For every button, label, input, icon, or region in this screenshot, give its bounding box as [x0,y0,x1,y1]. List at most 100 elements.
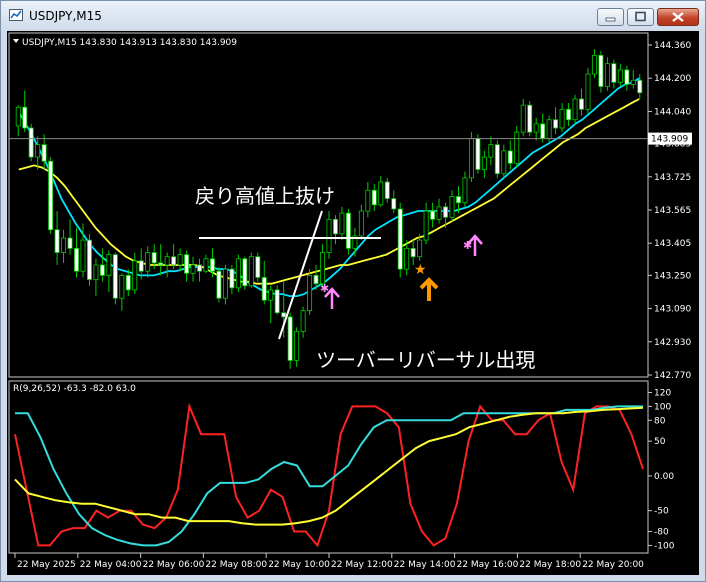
time-tick-label: 22 May 20:00 [582,560,644,570]
chart-canvas[interactable]: 144.360144.200144.040143.885143.725143.5… [7,31,699,575]
time-tick-label: 22 May 10:00 [268,560,330,570]
main-y-tick-label: 144.040 [654,107,691,117]
candle-body [274,289,280,314]
time-tick-label: 22 May 18:00 [519,560,581,570]
candle-body [566,108,572,121]
candle-body [138,260,144,272]
candle-body [300,310,306,332]
candle-body [423,210,429,241]
candle-body [164,256,170,266]
candle-body [462,177,468,204]
candle-body [216,270,222,299]
main-y-tick-label: 143.405 [654,239,691,249]
candle-body [572,98,578,121]
time-tick-label: 22 May 06:00 [143,560,205,570]
candle-body [235,258,241,289]
candle-body [294,331,300,361]
candle-body [125,274,131,291]
candle-body [371,189,377,206]
candle-body [488,144,494,158]
candle-body [151,252,157,264]
candle-body [585,73,591,110]
candle-body [533,123,539,133]
candle-body [540,123,546,139]
minimize-icon [605,17,616,22]
candle-body [119,274,125,299]
candle-body [171,256,177,266]
candle-body [307,274,313,312]
candle-body [514,131,520,164]
candle-body [145,252,151,272]
current-price-label: 143.909 [651,135,688,145]
candle-body [197,264,202,272]
candle-body [255,256,261,278]
candle-body [320,252,325,285]
candle-body [242,258,248,287]
main-y-tick-label: 143.250 [654,271,691,281]
candle-body [559,108,565,129]
candle-body [494,144,500,175]
candle-body [456,196,461,204]
candle-body [248,256,254,287]
candle-body [61,237,67,253]
candle-body [281,312,287,318]
main-y-tick-label: 144.360 [654,41,691,51]
main-y-tick-label: 142.930 [654,338,691,348]
candle-body [365,189,371,212]
candle-body [345,212,351,249]
time-tick-label: 22 May 08:00 [205,560,267,570]
candle-body [22,106,28,129]
maximize-button[interactable] [627,8,654,26]
indicator-y-tick-label: 0.00 [654,472,674,482]
candle-body [339,212,345,235]
candle-body [86,239,92,280]
candle-body [28,127,34,158]
indicator-panel-frame [8,380,649,554]
candle-body [617,69,623,83]
candle-body [358,210,364,237]
candle-body [591,54,597,75]
candle-body [443,206,449,218]
candle-body [209,258,215,272]
main-y-tick-label: 143.565 [654,206,691,216]
chart-window: USDJPY,M15 144.360144.200144.040143.8851… [0,0,706,582]
candle-body [222,268,228,299]
candle-body [520,104,526,133]
candle-body [15,106,21,127]
time-tick-label: 22 May 12:00 [331,560,393,570]
main-y-tick-label: 143.725 [654,173,691,183]
candle-body [430,210,436,220]
indicator-line [14,402,644,548]
close-icon [672,12,684,22]
indicator-y-tick-label: 100 [654,402,671,412]
orange-star-marker: ★ [414,262,427,278]
indicator-y-axis: 120 100 80 50 0.00 -50 -80 -100 [648,388,675,551]
candle-body [481,156,487,170]
indicator-y-tick-label: -50 [654,507,669,517]
indicator-info-label: R(9,26,52) -63.3 -82.0 63.0 [13,384,136,394]
indicator-y-tick-label: 50 [654,437,666,447]
candle-body [579,98,584,110]
panel-menu-triangle-icon[interactable] [13,39,19,43]
chart-app-icon [9,9,23,21]
candlestick-series [15,49,643,369]
time-axis: 22 May 2025 22 May 04:00 22 May 06:00 22 Ma… [14,553,644,570]
close-button[interactable] [657,8,699,26]
indicator-series [14,402,644,548]
candle-body [132,260,138,291]
candle-body [41,144,47,162]
candle-body [404,247,410,270]
chart-area[interactable]: 144.360144.200144.040143.885143.725143.5… [7,31,699,575]
candle-body [184,254,190,274]
minimize-button[interactable] [597,8,624,26]
title-bar[interactable]: USDJPY,M15 [1,1,705,31]
candle-body [468,137,474,179]
main-y-tick-label: 143.090 [654,305,691,315]
candle-body [177,254,183,266]
candle-body [546,119,552,139]
main-y-tick-label: 144.200 [654,74,691,84]
indicator-y-tick-label: 120 [654,388,671,398]
candle-body [190,264,196,274]
main-info-label: USDJPY,M15 143.830 143.913 143.830 143.9… [22,38,237,48]
candle-body [378,181,384,206]
